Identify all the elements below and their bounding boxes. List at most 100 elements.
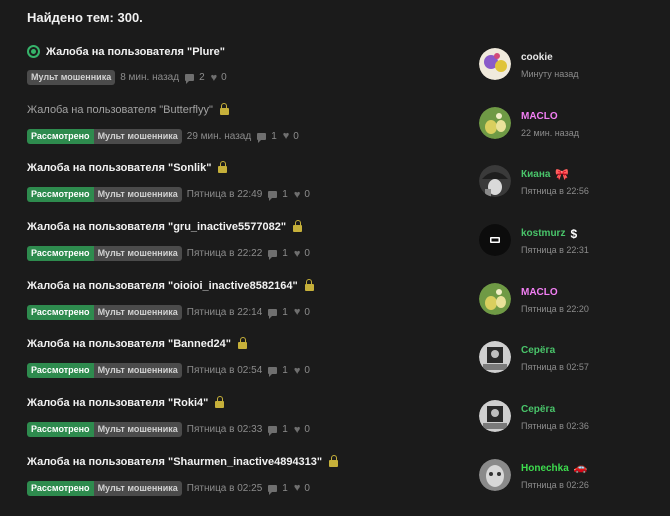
last-post-time[interactable]: Пятница в 22:56	[521, 186, 589, 196]
animal-avatar-icon[interactable]	[479, 458, 511, 491]
thread-row[interactable]: Жалоба на пользователя "Shaurmen_inactiv…	[0, 451, 670, 510]
last-post-time[interactable]: Пятница в 02:36	[521, 421, 589, 431]
last-poster-name[interactable]: Серёга	[521, 345, 555, 356]
user-tag-icon: 🚗	[573, 462, 588, 475]
thread-title-text[interactable]: Жалоба на пользователя "Sonlik"	[27, 162, 211, 174]
thread-row[interactable]: Жалоба на пользователя "Banned24" Рассмот…	[0, 333, 670, 392]
last-post-time[interactable]: Пятница в 22:20	[521, 304, 589, 314]
thread-meta: Мульт мошенника 8 мин. назад 2 ♥ 0	[27, 70, 227, 85]
likes-count: ♥ 0	[294, 248, 310, 259]
last-post-time[interactable]: Пятница в 02:26	[521, 480, 589, 490]
last-post-time[interactable]: Минуту назад	[521, 69, 578, 79]
last-poster-name[interactable]: kostmurz	[521, 228, 565, 239]
replies-value: 1	[282, 248, 288, 260]
last-post-time[interactable]: Пятница в 22:31	[521, 245, 589, 255]
thread-time[interactable]: Пятница в 02:33	[187, 424, 262, 435]
last-poster[interactable]: cookie	[521, 52, 553, 63]
last-poster-name[interactable]: MACLO	[521, 287, 558, 298]
last-poster-name[interactable]: Honechka	[521, 463, 569, 474]
thread-meta: Рассмотрено Мульт мошенника Пятница в 22:1…	[27, 304, 310, 320]
thread-title[interactable]: Жалоба на пользователя "Roki4"	[27, 396, 225, 409]
thread-row[interactable]: Жалоба на пользователя "gru_inactive5577…	[0, 216, 670, 275]
heart-icon: ♥	[293, 482, 301, 495]
thread-title-text[interactable]: Жалоба на пользователя "Roki4"	[27, 397, 208, 409]
prefix-badge[interactable]: Рассмотрено	[27, 187, 94, 203]
prefix-badge[interactable]: Мульт мошенника	[27, 70, 116, 85]
prefix-badge[interactable]: Рассмотрено	[27, 363, 94, 379]
heart-icon: ♥	[293, 247, 301, 260]
prefix-badge[interactable]: Мульт мошенника	[93, 363, 182, 379]
prefix-badge[interactable]: Рассмотрено	[27, 304, 94, 320]
thread-time[interactable]: Пятница в 02:54	[187, 365, 262, 376]
thread-title-text[interactable]: Жалоба на пользователя "Plure"	[46, 46, 225, 58]
last-poster-name[interactable]: Киана	[521, 169, 550, 180]
heart-icon: ♥	[282, 130, 290, 143]
thread-time[interactable]: Пятница в 22:22	[187, 248, 262, 259]
last-post-time[interactable]: 22 мин. назад	[521, 128, 579, 138]
thread-title[interactable]: Жалоба на пользователя "Shaurmen_inactiv…	[27, 454, 339, 468]
replies-value: 1	[282, 365, 288, 377]
thread-row[interactable]: Жалоба на пользователя "Roki4" Рассмотрен…	[0, 392, 670, 451]
prefix-badge[interactable]: Мульт мошенника	[93, 187, 182, 203]
thread-title-text[interactable]: Жалоба на пользователя "Butterflyy"	[27, 104, 213, 116]
last-poster-name[interactable]: Серёга	[521, 404, 555, 415]
last-post-time[interactable]: Пятница в 02:57	[521, 362, 589, 372]
thread-time[interactable]: Пятница в 02:25	[187, 483, 262, 494]
thread-time[interactable]: 29 мин. назад	[187, 131, 251, 142]
thread-title[interactable]: Жалоба на пользователя "Plure"	[27, 45, 225, 58]
last-poster-name[interactable]: cookie	[521, 52, 553, 63]
thread-meta: Рассмотрено Мульт мошенника 29 мин. назад 1…	[27, 128, 299, 144]
thread-title-text[interactable]: Жалоба на пользователя "gru_inactive5577…	[27, 221, 286, 233]
last-poster[interactable]: Киана 🎀	[521, 169, 569, 180]
prefix-badge[interactable]: Мульт мошенника	[93, 422, 182, 438]
last-poster[interactable]: kostmurz $	[521, 228, 577, 240]
thread-title[interactable]: Жалоба на пользователя "Sonlik"	[27, 161, 228, 174]
prefix-badge[interactable]: Мульт мошенника	[93, 246, 182, 262]
photo-avatar-icon[interactable]	[479, 400, 511, 433]
last-poster[interactable]: MACLO	[521, 111, 558, 122]
thread-title[interactable]: Жалоба на пользователя "oioioi_inactive8…	[27, 278, 314, 292]
duck-avatar-icon[interactable]	[479, 106, 511, 139]
prefix-badge[interactable]: Рассмотрено	[27, 128, 94, 144]
thread-meta: Рассмотрено Мульт мошенника Пятница в 02:3…	[27, 422, 310, 438]
prefix-badge[interactable]: Рассмотрено	[27, 422, 94, 438]
thread-title[interactable]: Жалоба на пользователя "Banned24"	[27, 337, 247, 350]
lock-icon	[293, 220, 303, 233]
last-poster[interactable]: Серёга	[521, 345, 555, 356]
prefix-badge[interactable]: Рассмотрено	[27, 480, 94, 496]
comment-icon	[268, 367, 278, 378]
logo-avatar-icon[interactable]	[479, 224, 511, 257]
last-poster[interactable]: MACLO	[521, 287, 558, 298]
replies-count: 1	[268, 306, 288, 319]
replies-value: 1	[282, 306, 288, 318]
photo-avatar-icon[interactable]	[479, 341, 511, 374]
thread-time[interactable]: Пятница в 22:14	[187, 307, 262, 318]
likes-value: 0	[304, 424, 310, 436]
likes-count: ♥ 0	[294, 483, 310, 494]
last-poster[interactable]: Honechka 🚗	[521, 463, 588, 474]
prefix-badge[interactable]: Рассмотрено	[27, 246, 94, 262]
thread-title-text[interactable]: Жалоба на пользователя "oioioi_inactive8…	[27, 280, 298, 292]
cartoon-avatar-icon[interactable]	[479, 48, 511, 80]
thread-title[interactable]: Жалоба на пользователя "gru_inactive5577…	[27, 220, 303, 233]
duck-avatar-icon[interactable]	[479, 282, 511, 315]
thread-meta: Рассмотрено Мульт мошенника Пятница в 22:2…	[27, 246, 310, 262]
thread-title-text[interactable]: Жалоба на пользователя "Shaurmen_inactiv…	[27, 456, 322, 468]
thread-row[interactable]: Жалоба на пользователя "Sonlik" Рассмотре…	[0, 157, 670, 216]
thread-time[interactable]: 8 мин. назад	[120, 72, 179, 83]
thread-row[interactable]: Жалоба на пользователя "Plure" Мульт моше…	[0, 40, 670, 99]
thread-time[interactable]: Пятница в 22:49	[187, 189, 262, 200]
last-poster-name[interactable]: MACLO	[521, 111, 558, 122]
prefix-badge[interactable]: Мульт мошенника	[93, 304, 182, 320]
prefix-badge[interactable]: Мульт мошенника	[93, 480, 182, 496]
lock-icon	[304, 278, 314, 291]
likes-value: 0	[304, 482, 310, 494]
replies-count: 1	[268, 189, 288, 202]
thread-title-text[interactable]: Жалоба на пользователя "Banned24"	[27, 338, 231, 350]
prefix-badge[interactable]: Мульт мошенника	[93, 128, 182, 144]
thread-title[interactable]: Жалоба на пользователя "Butterflyy"	[27, 102, 229, 116]
thread-row[interactable]: Жалоба на пользователя "oioioi_inactive8…	[0, 275, 670, 334]
last-poster[interactable]: Серёга	[521, 404, 555, 415]
girl-avatar-icon[interactable]	[479, 165, 511, 198]
thread-row[interactable]: Жалоба на пользователя "Butterflyy" Рассм…	[0, 99, 670, 158]
